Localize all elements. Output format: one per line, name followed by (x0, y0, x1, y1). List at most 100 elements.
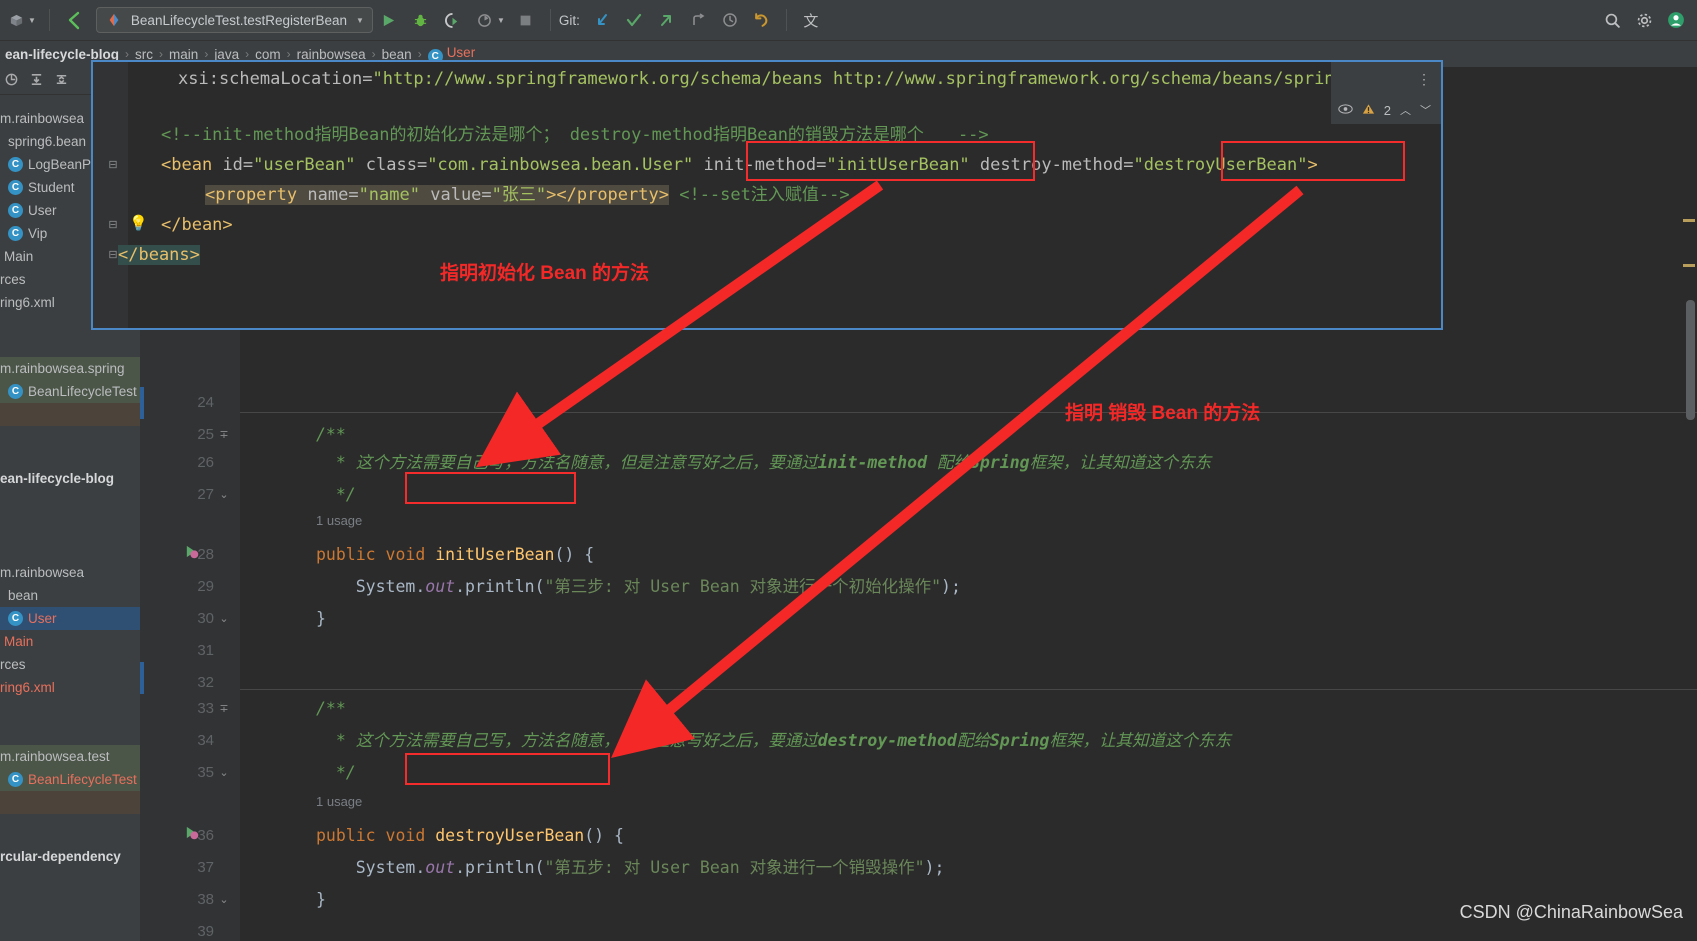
stop-button[interactable] (510, 5, 542, 35)
tree-item-m-rainbowsea[interactable]: m.rainbowsea (0, 561, 140, 584)
line-number: 31 (197, 642, 214, 659)
usage-hint[interactable]: 1 usage (316, 794, 362, 809)
project-chooser-button[interactable]: ▼ (0, 5, 41, 35)
history-button[interactable] (714, 5, 746, 35)
tree-item-ring6-xml[interactable]: ring6.xml (0, 676, 140, 699)
code-fold-marker[interactable]: ⌄ (218, 884, 230, 916)
fold-marker-bean-end[interactable]: ⊟ (107, 210, 119, 240)
tree-item-rces[interactable]: rces (0, 653, 140, 676)
git-push-button[interactable] (650, 5, 682, 35)
tree-item-label: Student (28, 180, 75, 195)
usage-hint[interactable]: 1 usage (316, 513, 362, 528)
code-token: 框架，让其知道这个东东 (1029, 453, 1212, 472)
code-line[interactable]: System.out.println("第三步: 对 User Bean 对象进… (316, 571, 961, 603)
code-line[interactable]: System.out.println("第五步: 对 User Bean 对象进… (316, 852, 945, 884)
chevron-up-icon[interactable]: ︿ (1400, 102, 1411, 118)
code-token: * 这个方法需要自己写，方法名随意，但是注意写好之后，要通过 (316, 453, 818, 472)
tree-item-user[interactable]: C User (0, 607, 140, 630)
back-button[interactable] (58, 5, 90, 35)
code-line[interactable]: /** (316, 693, 346, 725)
scroll-from-source-icon[interactable] (4, 72, 19, 90)
toolbar-divider-1 (48, 9, 50, 31)
inspection-widget-header: ⋮ (1331, 62, 1441, 96)
xml-value-name: "name" (358, 185, 420, 205)
expand-all-icon[interactable] (29, 72, 44, 90)
tree-item-label: spring6.bean (8, 134, 87, 149)
fold-marker-beans-end[interactable]: ⊟ (107, 240, 119, 270)
code-fold-marker[interactable]: ∓ (218, 693, 230, 725)
line-number: 34 (197, 732, 214, 749)
gear-icon[interactable] (1633, 9, 1655, 31)
account-icon[interactable] (1665, 9, 1687, 31)
code-line[interactable]: } (316, 603, 326, 635)
code-token: public void (316, 826, 436, 845)
run-method-gutter-icon[interactable] (182, 539, 200, 571)
more-vertical-icon[interactable]: ⋮ (1417, 72, 1431, 86)
profile-button[interactable]: ▼ (469, 5, 510, 35)
tree-item-main[interactable]: Main (0, 630, 140, 653)
tree-item-beanlifecycletest[interactable]: C BeanLifecycleTest (0, 380, 140, 403)
code-token: ); (924, 858, 945, 877)
code-line[interactable]: } (316, 884, 326, 916)
code-line[interactable]: */ (316, 479, 356, 511)
breadcrumb-class-label: User (446, 44, 476, 60)
annotation-destroy-label: 指明 销毁 Bean 的方法 (1065, 403, 1261, 424)
class-badge-icon: C (8, 772, 23, 787)
intention-bulb-icon[interactable]: 💡 (129, 214, 148, 232)
line-number: 30 (197, 610, 214, 627)
xml-config-overlay[interactable]: xsi:schemaLocation="http://www.springfra… (91, 60, 1443, 330)
tree-item-bean[interactable]: bean (0, 584, 140, 607)
run-config-icon (103, 9, 125, 31)
undo-button[interactable] (746, 5, 778, 35)
tree-item-blank[interactable] (0, 403, 140, 426)
collapse-all-icon[interactable] (54, 72, 69, 90)
code-token: } (316, 890, 326, 909)
tree-item-label: Main (4, 634, 34, 649)
code-token: * 这个方法需要自己写，方法名随意，但是注意写好之后，要通过 (316, 731, 818, 750)
debug-button[interactable] (405, 5, 437, 35)
tree-item-label: BeanLifecycleTest (28, 772, 137, 787)
translate-button[interactable]: 文 (795, 5, 827, 35)
run-with-coverage-icon (442, 9, 464, 31)
code-fold-marker[interactable]: ⌄ (218, 757, 230, 789)
chevron-down-icon: ▼ (356, 15, 364, 25)
line-number: 37 (197, 859, 214, 876)
code-token: "第五步: 对 User Bean 对象进行一个销毁操作" (544, 858, 925, 877)
tree-item-blank[interactable] (0, 791, 140, 814)
fold-marker-bean[interactable]: ⊟ (107, 150, 119, 180)
code-token: 框架，让其知道这个东东 (1049, 731, 1231, 750)
xml-attr-id: id= (222, 155, 254, 175)
tree-item-beanlifecycletest[interactable]: C BeanLifecycleTest (0, 768, 140, 791)
run-button[interactable] (373, 5, 405, 35)
tree-item-label: ring6.xml (0, 295, 55, 310)
code-line[interactable]: public void destroyUserBean() { (316, 820, 624, 852)
eye-icon[interactable] (1338, 103, 1353, 118)
git-update-button[interactable] (586, 5, 618, 35)
tree-item-m-rainbowsea-spring[interactable]: m.rainbowsea.spring (0, 357, 140, 380)
tree-item-rcular-dependency[interactable]: rcular-dependency (0, 845, 140, 868)
xml-attr-name: name= (307, 185, 359, 205)
tree-item-m-rainbowsea-test[interactable]: m.rainbowsea.test (0, 745, 140, 768)
xml-line-schemalocation: xsi:schemaLocation="http://www.springfra… (178, 64, 1335, 94)
main-toolbar: ▼ BeanLifecycleTest.testRegisterBean ▼ ▼… (0, 0, 1697, 41)
git-branch-button[interactable] (682, 5, 714, 35)
tree-item-ean-lifecycle-blog[interactable]: ean-lifecycle-blog (0, 467, 140, 490)
code-line[interactable]: */ (316, 757, 356, 789)
code-token: /** (316, 425, 346, 444)
search-icon[interactable] (1601, 9, 1623, 31)
code-token: public void (316, 545, 436, 564)
code-fold-marker[interactable]: ⌄ (218, 603, 230, 635)
tree-item-label: m.rainbowsea (0, 565, 85, 580)
run-method-gutter-icon[interactable] (182, 820, 200, 852)
tree-item-label: rces (0, 272, 26, 287)
line-number: 29 (197, 578, 214, 595)
chevron-down-icon[interactable]: ﹀ (1420, 102, 1431, 118)
run-with-coverage-button[interactable] (437, 5, 469, 35)
git-commit-button[interactable] (618, 5, 650, 35)
code-fold-marker[interactable]: ∓ (218, 419, 230, 451)
editor-scrollbar[interactable] (1686, 300, 1695, 420)
code-fold-marker[interactable]: ⌄ (218, 479, 230, 511)
xml-line-beans-close: </beans> (118, 240, 200, 270)
code-line[interactable]: public void initUserBean() { (316, 539, 594, 571)
run-configuration-selector[interactable]: BeanLifecycleTest.testRegisterBean ▼ (95, 7, 373, 33)
